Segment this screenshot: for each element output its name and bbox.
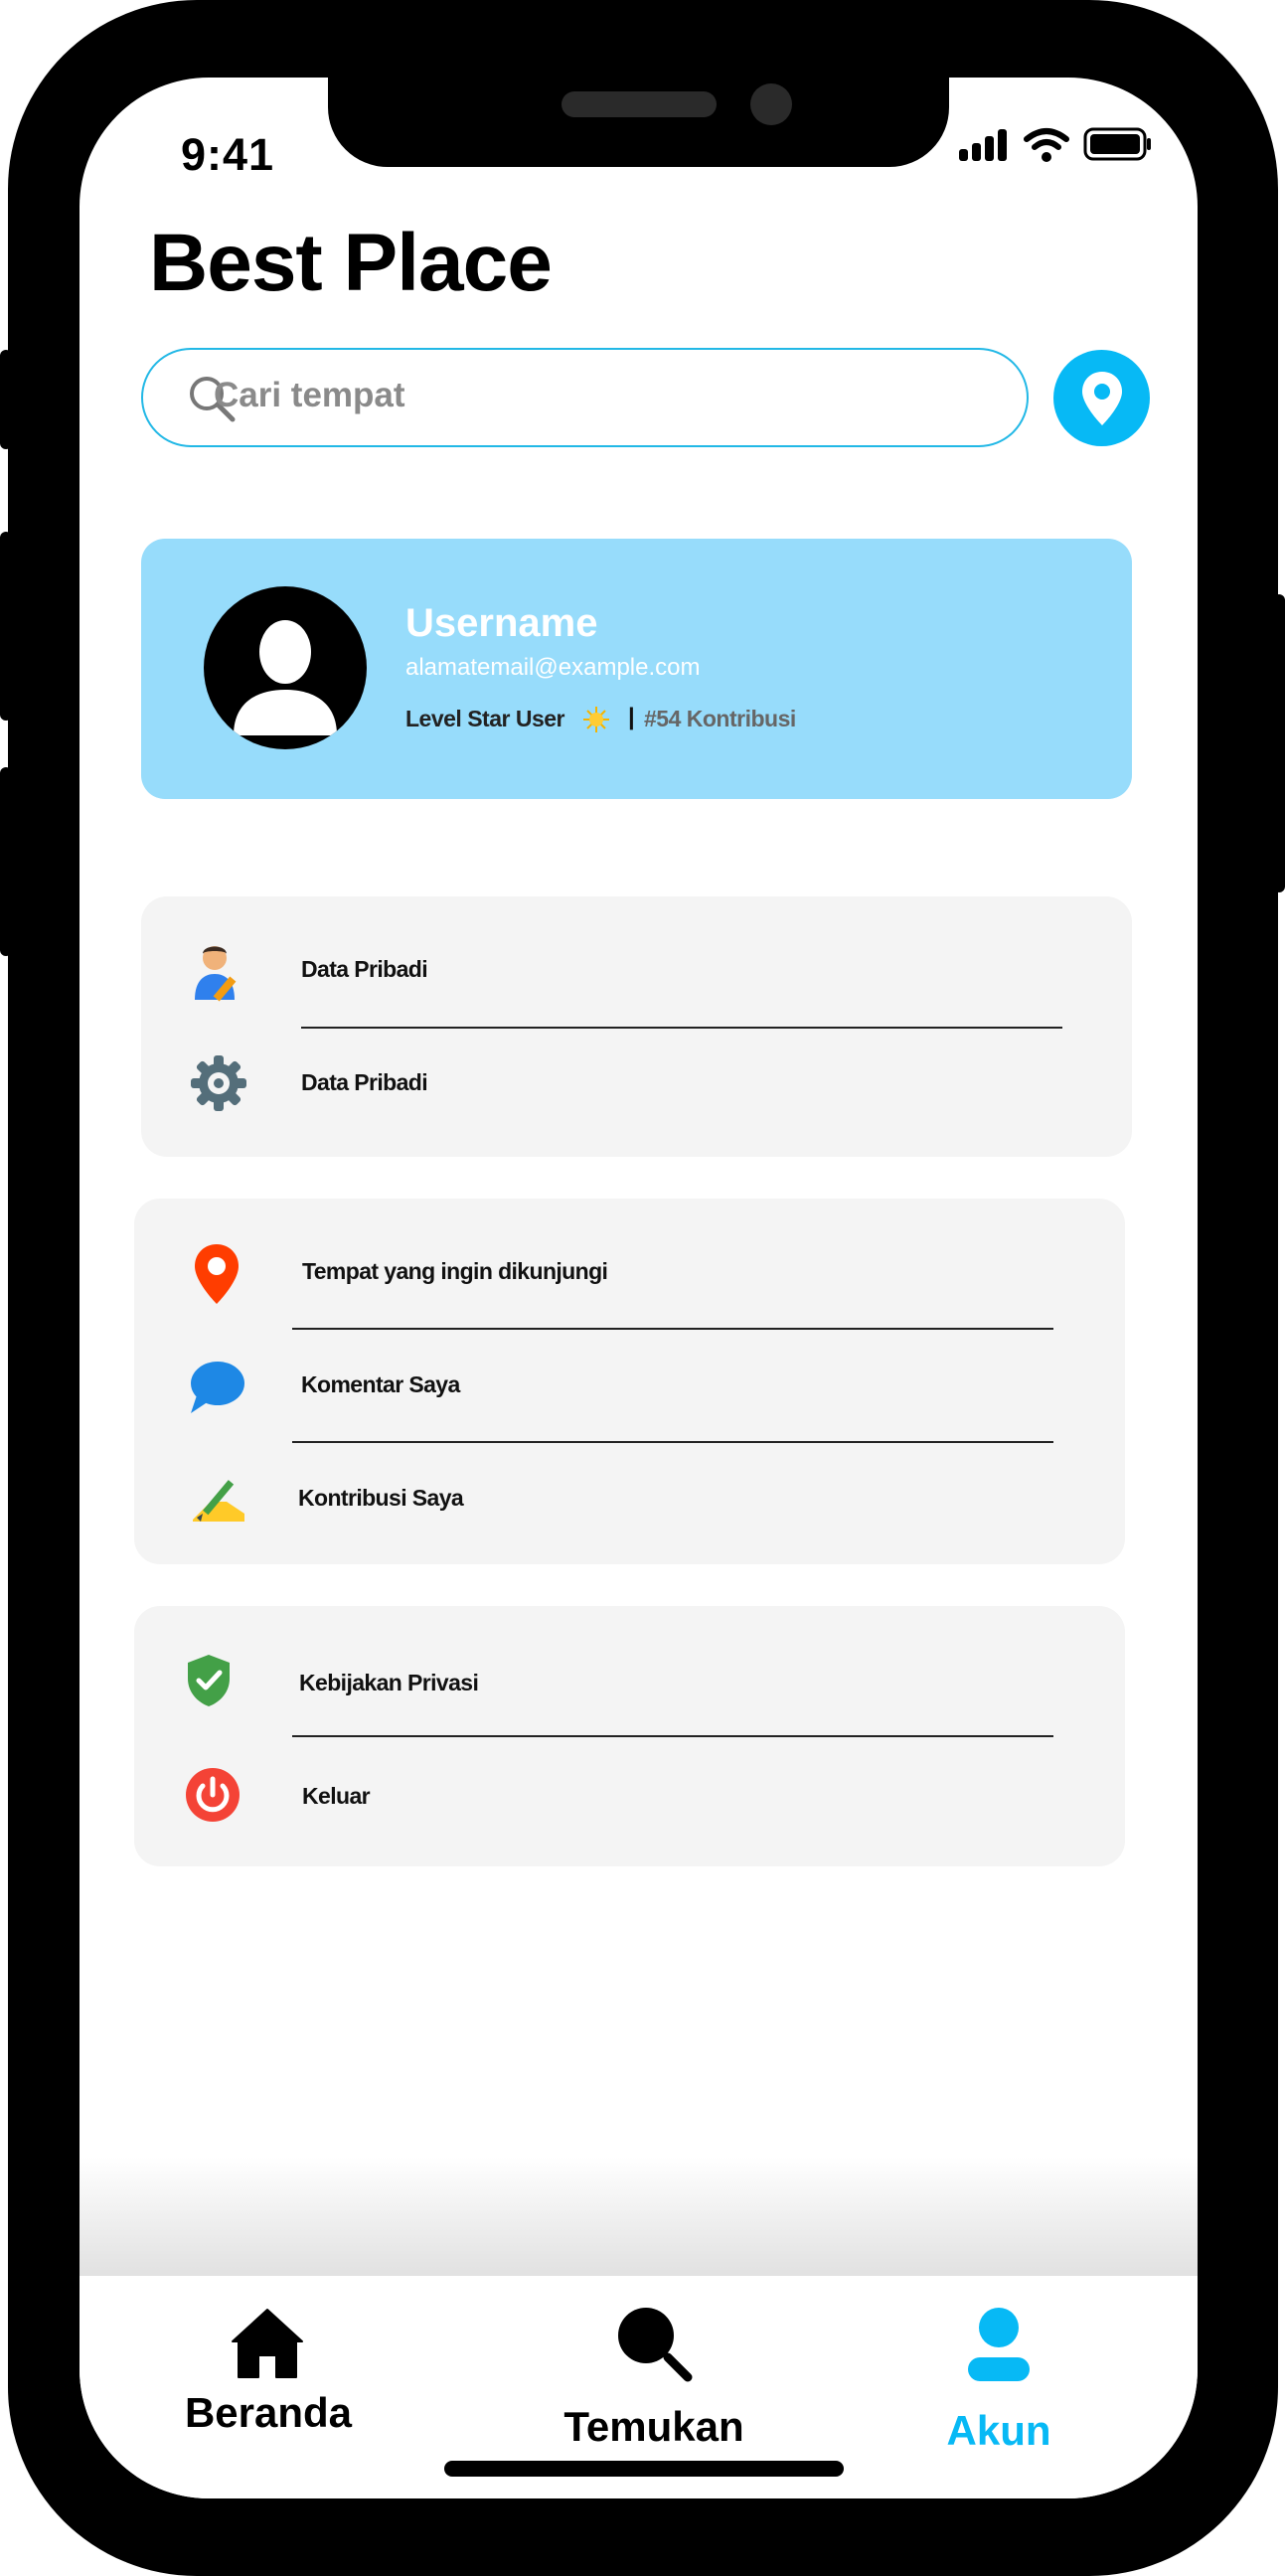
- battery-icon: [1083, 127, 1151, 161]
- tab-bar-shadow: [80, 2157, 1198, 2276]
- menu-item-label: Kebijakan Privasi: [299, 1670, 479, 1695]
- user-silhouette-icon: [234, 620, 337, 735]
- location-pin-icon: [195, 1244, 239, 1304]
- level-separator: |: [628, 704, 635, 730]
- menu-item-label: Tempat yang ingin dikunjungi: [302, 1258, 608, 1284]
- chat-bubble-icon: [191, 1362, 244, 1413]
- menu-item-settings[interactable]: [141, 1091, 1132, 1151]
- cellular-signal-icon: [959, 129, 1011, 161]
- menu-item-label: Data Pribadi: [301, 956, 428, 982]
- wifi-icon: [1024, 128, 1069, 162]
- front-camera: [750, 83, 792, 125]
- screen: 9:41 Best Place Cari tempat Username ala…: [80, 78, 1198, 2498]
- home-icon: [232, 2309, 303, 2378]
- menu-item-my-comments[interactable]: [134, 1335, 1125, 1434]
- contribution-count: #54 Kontribusi: [644, 706, 796, 731]
- menu-item-logout[interactable]: [134, 1742, 1125, 1852]
- divider: [292, 1441, 1053, 1443]
- username: Username: [405, 601, 598, 645]
- tab-label: Beranda: [184, 2389, 353, 2436]
- sun-badge-icon: [583, 707, 609, 732]
- tab-beranda[interactable]: Beranda: [119, 2304, 417, 2436]
- speaker: [562, 91, 717, 117]
- menu-item-my-contributions[interactable]: [134, 1449, 1125, 1548]
- user-level: Level Star User: [405, 706, 564, 731]
- tab-label: Temukan: [563, 2403, 744, 2450]
- divider: [292, 1328, 1053, 1330]
- volume-down-button: [0, 767, 12, 956]
- email: alamatemail@example.com: [405, 654, 701, 681]
- menu-item-privacy-policy[interactable]: [134, 1628, 1125, 1727]
- menu-item-wishlist-places[interactable]: [134, 1220, 1125, 1320]
- power-button: [1273, 594, 1285, 892]
- notch: [328, 78, 949, 167]
- menu-item-label: Data Pribadi: [301, 1069, 428, 1095]
- home-indicator: [444, 2461, 844, 2477]
- search-placeholder: Cari tempat: [214, 376, 405, 414]
- tab-label: Akun: [946, 2407, 1051, 2454]
- avatar[interactable]: [204, 586, 367, 749]
- shield-check-icon: [188, 1655, 230, 1706]
- user-icon: [968, 2308, 1030, 2381]
- menu-item-label: Kontribusi Saya: [298, 1485, 464, 1511]
- writing-hand-icon: [193, 1480, 244, 1522]
- power-icon: [186, 1768, 240, 1822]
- gear-icon: [191, 1055, 246, 1111]
- status-time: 9:41: [181, 129, 275, 180]
- location-pin-icon: [1082, 372, 1122, 425]
- location-button[interactable]: [1053, 350, 1150, 446]
- page-title: Best Place: [149, 218, 553, 308]
- menu-item-label: Komentar Saya: [301, 1371, 460, 1397]
- volume-up-button: [0, 532, 12, 721]
- person-writing-icon: [195, 946, 237, 1002]
- silent-switch: [0, 350, 12, 449]
- menu-item-label: Keluar: [302, 1783, 371, 1809]
- search-icon: [618, 2308, 693, 2382]
- divider: [292, 1735, 1053, 1737]
- tab-akun[interactable]: Akun: [850, 2304, 1148, 2454]
- divider: [301, 1027, 1062, 1029]
- tab-temukan[interactable]: Temukan: [505, 2304, 803, 2450]
